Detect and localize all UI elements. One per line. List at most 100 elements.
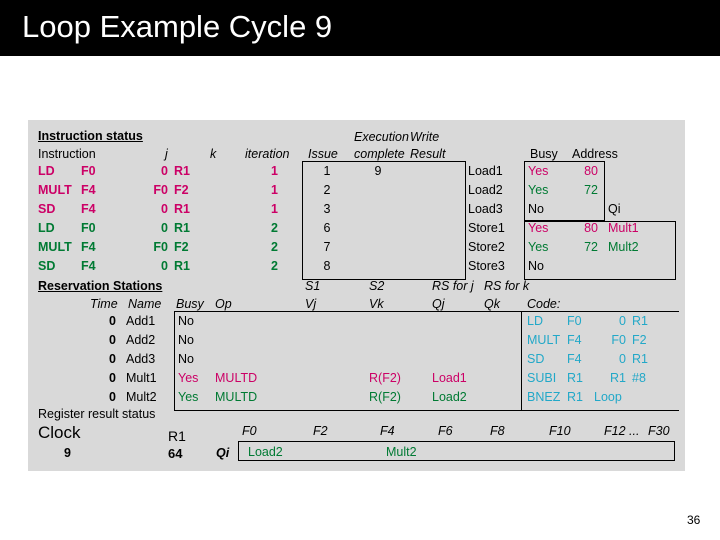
instruction-issue: 2 <box>323 183 331 197</box>
instruction-k: R1 <box>174 164 190 178</box>
header-time: Time <box>90 297 118 311</box>
instruction-k: F2 <box>174 240 189 254</box>
instruction-j: 0 <box>161 202 168 216</box>
rs-busy: Yes <box>178 371 199 385</box>
code-operand-b: R1 <box>610 371 626 385</box>
memory-unit-busy: Yes <box>528 240 549 254</box>
instruction-op: LD <box>38 221 55 235</box>
instruction-issue: 6 <box>323 221 331 235</box>
register-result-box <box>238 441 675 461</box>
instruction-dest: F0 <box>81 221 96 235</box>
rs-op: MULTD <box>215 371 258 385</box>
header-issue: Issue <box>308 147 338 161</box>
register-header: F30 <box>648 424 670 438</box>
rs-name: Add1 <box>126 314 156 328</box>
code-operand-c: R1 <box>632 314 648 328</box>
instruction-issue: 7 <box>323 240 331 254</box>
instruction-iteration: 2 <box>271 221 278 235</box>
rs-busy: No <box>178 314 194 328</box>
code-operand-b: Loop <box>594 390 622 404</box>
header-rs-for-j: RS for j <box>432 279 474 293</box>
code-op: BNEZ <box>527 390 561 404</box>
memory-unit-name: Load3 <box>468 202 503 216</box>
r1-label: R1 <box>168 428 186 444</box>
rs-busy: Yes <box>178 390 199 404</box>
rs-time: 0 <box>109 371 116 385</box>
instruction-k: F2 <box>174 183 189 197</box>
code-operand-a: R1 <box>567 371 583 385</box>
rs-time: 0 <box>109 314 116 328</box>
instruction-iteration: 2 <box>271 240 278 254</box>
code-operand-c: F2 <box>632 333 647 347</box>
register-header: F0 <box>242 424 257 438</box>
register-header: F10 <box>549 424 571 438</box>
instruction-iteration: 1 <box>271 164 278 178</box>
instruction-iteration: 1 <box>271 202 278 216</box>
rs-qj: Load1 <box>432 371 467 385</box>
register-value: Load2 <box>248 445 283 459</box>
memory-unit-busy: Yes <box>528 183 549 197</box>
header-qj: Qj <box>432 297 445 311</box>
qi-label: Qi <box>216 446 230 460</box>
instruction-op: LD <box>38 164 55 178</box>
rs-op: MULTD <box>215 390 258 404</box>
instruction-dest: F0 <box>81 164 96 178</box>
code-operand-b: 0 <box>619 314 626 328</box>
tomasulo-status-panel: Instruction status Instruction j k itera… <box>28 120 685 471</box>
header-busy-rs: Busy <box>176 297 204 311</box>
instruction-dest: F4 <box>81 240 96 254</box>
code-operand-a: R1 <box>567 390 583 404</box>
instruction-op: SD <box>38 259 56 273</box>
header-qi-mem: Qi <box>608 202 621 216</box>
memory-unit-address: 80 <box>584 164 598 178</box>
header-complete: complete <box>354 147 405 161</box>
instruction-issue: 3 <box>323 202 331 216</box>
register-result-status-label: Register result status <box>38 407 156 421</box>
r1-value: 64 <box>168 446 183 461</box>
rs-name: Add2 <box>126 333 156 347</box>
memory-unit-qi: Mult2 <box>608 240 639 254</box>
instruction-k: R1 <box>174 259 190 273</box>
header-iteration: iteration <box>245 147 290 161</box>
header-vj: Vj <box>305 297 317 311</box>
instruction-exec-complete: 9 <box>374 164 382 178</box>
memory-unit-busy: Yes <box>528 164 549 178</box>
memory-unit-busy: Yes <box>528 221 549 235</box>
header-execution: Execution <box>354 130 409 144</box>
header-rs-for-k: RS for k <box>484 279 530 293</box>
slide-title-bar: Loop Example Cycle 9 <box>0 0 720 56</box>
memory-unit-name: Load1 <box>468 164 503 178</box>
register-header: F2 <box>313 424 328 438</box>
register-header: F12 ... <box>604 424 640 438</box>
rs-busy: No <box>178 352 194 366</box>
memory-unit-name: Load2 <box>468 183 503 197</box>
header-instruction: Instruction <box>38 147 96 161</box>
header-s2: S2 <box>369 279 385 293</box>
code-op: LD <box>527 314 543 328</box>
rs-busy: No <box>178 333 194 347</box>
memory-unit-address: 72 <box>584 183 598 197</box>
register-header: F8 <box>490 424 505 438</box>
header-result: Result <box>410 147 446 161</box>
header-op: Op <box>215 297 232 311</box>
instruction-issue: 8 <box>323 259 331 273</box>
instruction-iteration: 2 <box>271 259 278 273</box>
instruction-status-label: Instruction status <box>38 129 143 143</box>
instruction-dest: F4 <box>81 183 96 197</box>
instruction-k: R1 <box>174 221 190 235</box>
code-op: SD <box>527 352 545 366</box>
rs-name: Mult2 <box>126 390 157 404</box>
page-number: 36 <box>687 513 701 527</box>
instruction-j: F0 <box>153 240 168 254</box>
code-label: Code: <box>527 297 561 311</box>
code-operand-a: F4 <box>567 352 582 366</box>
rs-name: Add3 <box>126 352 156 366</box>
rs-time: 0 <box>109 352 116 366</box>
clock-value: 9 <box>64 446 71 460</box>
code-operand-a: F4 <box>567 333 582 347</box>
code-operand-a: F0 <box>567 314 582 328</box>
code-op: MULT <box>527 333 561 347</box>
code-operand-b: F0 <box>611 333 626 347</box>
code-operand-c: R1 <box>632 352 648 366</box>
header-s1: S1 <box>305 279 321 293</box>
